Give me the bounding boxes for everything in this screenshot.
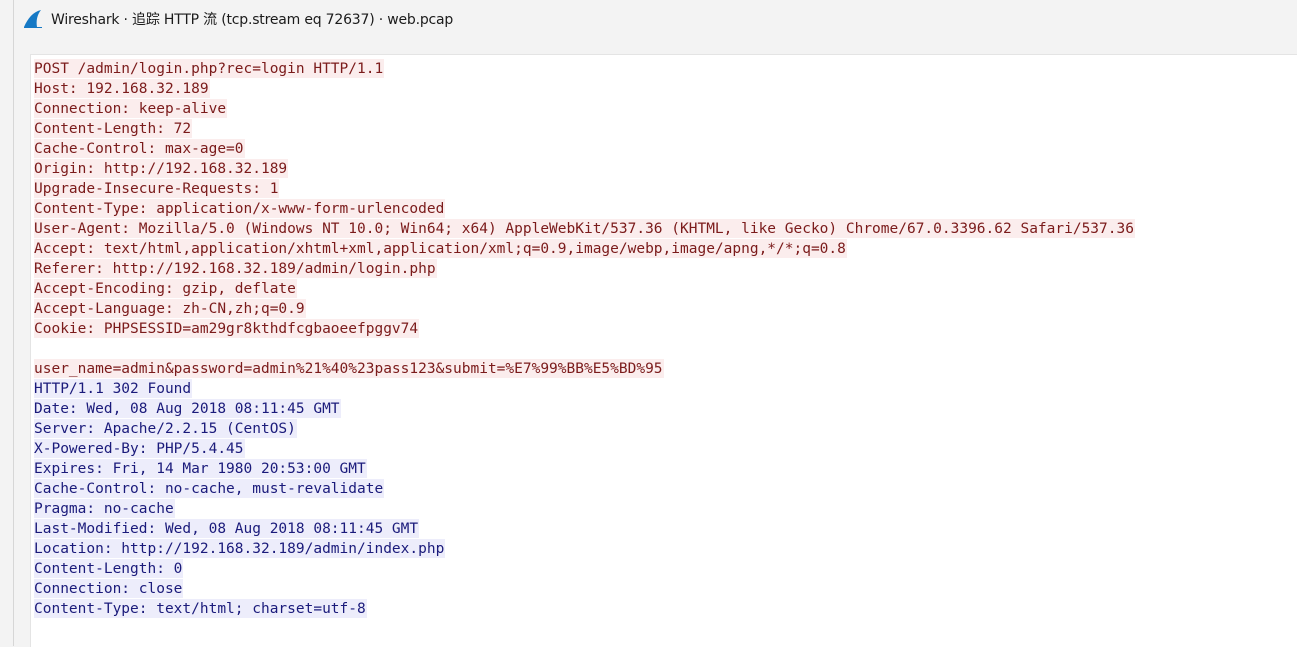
request-body-text: user_name=admin&password=admin%21%40%23p… [34,359,664,378]
request-header-line: Content-Length: 72 [34,119,1297,139]
response-header-text: Server: Apache/2.2.15 (CentOS) [34,419,297,438]
response-header-line: Location: http://192.168.32.189/admin/in… [34,539,1297,559]
request-header-text: Content-Length: 72 [34,119,193,138]
response-header-line: Date: Wed, 08 Aug 2018 08:11:45 GMT [34,399,1297,419]
request-header-text: Upgrade-Insecure-Requests: 1 [34,179,280,198]
request-header-line: POST /admin/login.php?rec=login HTTP/1.1 [34,59,1297,79]
response-header-text: Location: http://192.168.32.189/admin/in… [34,539,446,558]
request-header-line: Referer: http://192.168.32.189/admin/log… [34,259,1297,279]
request-header-line: Cookie: PHPSESSID=am29gr8kthdfcgbaoeefpg… [34,319,1297,339]
request-header-line: Accept-Encoding: gzip, deflate [34,279,1297,299]
response-header-text: Connection: close [34,579,184,598]
request-header-line: Origin: http://192.168.32.189 [34,159,1297,179]
request-header-body-separator [34,339,1297,359]
response-header-line: HTTP/1.1 302 Found [34,379,1297,399]
response-header-line: Content-Type: text/html; charset=utf-8 [34,599,1297,619]
response-header-text: Pragma: no-cache [34,499,175,518]
request-header-text: POST /admin/login.php?rec=login HTTP/1.1 [34,59,385,78]
request-header-text: Accept: text/html,application/xhtml+xml,… [34,239,847,258]
request-header-text: Host: 192.168.32.189 [34,79,210,98]
response-header-line: Pragma: no-cache [34,499,1297,519]
request-body-line: user_name=admin&password=admin%21%40%23p… [34,359,1297,379]
response-header-line: Connection: close [34,579,1297,599]
response-header-text: Last-Modified: Wed, 08 Aug 2018 08:11:45… [34,519,420,538]
response-header-text: Content-Length: 0 [34,559,184,578]
response-header-text: Content-Type: text/html; charset=utf-8 [34,599,367,618]
request-header-text: Accept-Encoding: gzip, deflate [34,279,297,298]
response-header-text: X-Powered-By: PHP/5.4.45 [34,439,245,458]
response-header-line: Cache-Control: no-cache, must-revalidate [34,479,1297,499]
response-header-text: HTTP/1.1 302 Found [34,379,193,398]
http-stream-text[interactable]: POST /admin/login.php?rec=login HTTP/1.1… [34,59,1297,619]
request-header-line: Content-Type: application/x-www-form-url… [34,199,1297,219]
response-headers: HTTP/1.1 302 Found Date: Wed, 08 Aug 2018… [34,379,1297,619]
wireshark-fin-icon [23,9,43,29]
request-header-text: Accept-Language: zh-CN,zh;q=0.9 [34,299,306,318]
response-header-text: Expires: Fri, 14 Mar 1980 20:53:00 GMT [34,459,367,478]
stream-content-pane[interactable]: POST /admin/login.php?rec=login HTTP/1.1… [30,54,1297,647]
wireshark-follow-stream-window: Wireshark · 追踪 HTTP 流 (tcp.stream eq 726… [13,0,1297,647]
response-header-line: Content-Length: 0 [34,559,1297,579]
request-header-line: Accept: text/html,application/xhtml+xml,… [34,239,1297,259]
request-header-text: Origin: http://192.168.32.189 [34,159,289,178]
response-header-text: Cache-Control: no-cache, must-revalidate [34,479,385,498]
request-header-text: Content-Type: application/x-www-form-url… [34,199,446,218]
response-header-text: Date: Wed, 08 Aug 2018 08:11:45 GMT [34,399,341,418]
window-title: Wireshark · 追踪 HTTP 流 (tcp.stream eq 726… [51,12,454,28]
response-header-line: Expires: Fri, 14 Mar 1980 20:53:00 GMT [34,459,1297,479]
request-header-line: Accept-Language: zh-CN,zh;q=0.9 [34,299,1297,319]
request-header-text: Referer: http://192.168.32.189/admin/log… [34,259,437,278]
request-header-line: Connection: keep-alive [34,99,1297,119]
request-header-line: Cache-Control: max-age=0 [34,139,1297,159]
request-header-line: Host: 192.168.32.189 [34,79,1297,99]
response-header-line: Last-Modified: Wed, 08 Aug 2018 08:11:45… [34,519,1297,539]
title-bar[interactable]: Wireshark · 追踪 HTTP 流 (tcp.stream eq 726… [14,0,1297,38]
request-header-text: User-Agent: Mozilla/5.0 (Windows NT 10.0… [34,219,1135,238]
response-header-line: X-Powered-By: PHP/5.4.45 [34,439,1297,459]
request-header-text: Connection: keep-alive [34,99,228,118]
request-header-text: Cookie: PHPSESSID=am29gr8kthdfcgbaoeefpg… [34,319,420,338]
response-header-line: Server: Apache/2.2.15 (CentOS) [34,419,1297,439]
request-header-line: User-Agent: Mozilla/5.0 (Windows NT 10.0… [34,219,1297,239]
request-headers: POST /admin/login.php?rec=login HTTP/1.1… [34,59,1297,339]
request-header-text: Cache-Control: max-age=0 [34,139,245,158]
request-header-line: Upgrade-Insecure-Requests: 1 [34,179,1297,199]
